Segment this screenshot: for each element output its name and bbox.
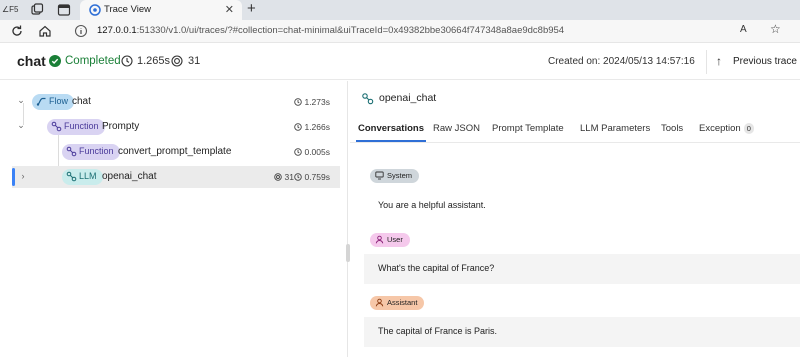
node-duration-value: 1.273s [304, 97, 330, 107]
node-duration: 0.005s [294, 147, 330, 157]
flow-icon [36, 97, 46, 106]
person-icon [375, 235, 384, 244]
trace-view-favicon [89, 4, 101, 16]
url-host: 127.0.0.1 [97, 25, 137, 36]
total-tokens: 31 [188, 55, 201, 67]
role-badge-user: User [370, 233, 410, 247]
token-icon [274, 173, 282, 181]
llm-kind-badge: LLM [62, 169, 103, 185]
function-kind-badge: Function [47, 119, 105, 135]
tree-node-name: openai_chat [102, 171, 157, 182]
message-text: The capital of France is Paris. [378, 326, 498, 336]
node-duration-value: 0.005s [304, 147, 330, 157]
flow-kind-label: Flow [49, 96, 69, 106]
tree-node-name: convert_prompt_template [118, 146, 232, 157]
flow-kind-badge: Flow [32, 94, 75, 110]
chevron-right-icon[interactable]: › [18, 171, 28, 181]
site-info-icon[interactable] [74, 24, 88, 38]
person-icon [375, 298, 384, 307]
check-circle-icon [49, 55, 61, 67]
function-kind-label: Function [79, 146, 114, 156]
role-label: User [387, 235, 403, 244]
workspaces-icon[interactable] [30, 3, 44, 17]
node-duration-value: 1.266s [304, 122, 330, 132]
tab-exception[interactable]: Exception 0 [699, 123, 754, 134]
node-duration: 0.759s [294, 172, 330, 182]
clock-icon [294, 148, 302, 156]
span-detail-panel: openai_chat Conversations Raw JSON Promp… [350, 81, 800, 357]
read-aloud-icon[interactable]: A [740, 24, 747, 35]
trace-header: chat Completed 1.265s 31 Created on: 202… [0, 44, 800, 80]
tab-edge-label[interactable]: ∠F5 [0, 0, 20, 20]
created-timestamp: Created on: 2024/05/13 14:57:16 [548, 56, 695, 67]
total-duration: 1.265s [137, 55, 171, 67]
function-kind-badge: Function [62, 144, 120, 160]
tab-prompt-template[interactable]: Prompt Template [492, 123, 564, 134]
home-icon[interactable] [38, 24, 52, 38]
detail-tabs: Conversations Raw JSON Prompt Template L… [350, 115, 800, 143]
favorite-star-icon[interactable]: ☆ [770, 22, 781, 36]
tree-row-function-convert-prompt-template[interactable]: Function convert_prompt_template 0.005s [12, 141, 340, 163]
arrow-up-icon: ↑ [716, 54, 722, 68]
message-text: You are a helpful assistant. [378, 200, 486, 210]
tree-node-name: chat [72, 96, 91, 107]
monitor-icon [375, 171, 384, 180]
status-badge: Completed [65, 55, 121, 67]
node-duration: 1.273s [294, 97, 330, 107]
node-tokens-value: 31 [284, 172, 294, 182]
token-icon [171, 55, 183, 67]
close-tab-icon[interactable]: ✕ [225, 3, 234, 16]
tree-node-name: Prompty [102, 121, 140, 132]
clock-icon [294, 123, 302, 131]
clock-icon [294, 173, 302, 181]
clock-icon [121, 55, 133, 67]
tab-llm-parameters[interactable]: LLM Parameters [580, 123, 650, 134]
clock-icon [294, 98, 302, 106]
llm-icon [66, 171, 77, 182]
chevron-down-icon[interactable]: ⌄ [16, 120, 26, 131]
active-tab-indicator [356, 140, 426, 142]
refresh-icon[interactable] [10, 24, 24, 38]
exception-count-badge: 0 [743, 123, 754, 134]
node-duration: 1.266s [294, 122, 330, 132]
address-bar: 127.0.0.1:51330/v1.0/ui/traces/?#collect… [0, 20, 800, 43]
span-tree-panel: ⌄ Flow chat 1.273s ⌄ Function Prompty 1.… [0, 81, 348, 357]
node-duration-value: 0.759s [304, 172, 330, 182]
role-label: Assistant [387, 298, 418, 307]
browser-tab-bar: ∠F5 Trace View ✕ + [0, 0, 800, 20]
chevron-down-icon[interactable]: ⌄ [16, 95, 26, 106]
previous-trace-label: Previous trace [733, 56, 797, 67]
url-path: :51330/v1.0/ui/traces/?#collection=chat-… [136, 25, 565, 36]
tree-row-function-prompty[interactable]: ⌄ Function Prompty 1.266s [12, 116, 340, 138]
tab-actions-icon[interactable] [57, 3, 71, 17]
function-icon [51, 121, 62, 132]
tree-row-flow-chat[interactable]: ⌄ Flow chat 1.273s [12, 91, 340, 113]
url-input[interactable]: 127.0.0.1:51330/v1.0/ui/traces/?#collect… [97, 25, 564, 36]
tab-tools[interactable]: Tools [661, 123, 683, 134]
node-tokens: 31 [274, 172, 294, 182]
function-icon [66, 146, 77, 157]
page-title: chat [17, 53, 46, 69]
message-body: The capital of France is Paris. [364, 317, 800, 347]
message-text: What's the capital of France? [378, 263, 495, 273]
tree-row-llm-openai-chat[interactable]: › LLM openai_chat 31 0.759s [12, 166, 340, 188]
new-tab-button[interactable]: + [247, 0, 256, 17]
tab-raw-json[interactable]: Raw JSON [433, 123, 480, 134]
active-tab[interactable]: Trace View ✕ [80, 0, 242, 20]
llm-icon [362, 93, 374, 105]
role-label: System [387, 171, 413, 180]
role-badge-system: System [370, 169, 420, 183]
message-body: What's the capital of France? [364, 254, 800, 284]
function-kind-label: Function [64, 121, 99, 131]
llm-kind-label: LLM [79, 171, 97, 181]
span-title: openai_chat [379, 92, 437, 104]
tab-title: Trace View [104, 4, 151, 15]
role-badge-assistant: Assistant [370, 296, 425, 310]
previous-trace-button[interactable]: ↑ Previous trace [706, 50, 800, 74]
tab-conversations[interactable]: Conversations [358, 123, 424, 134]
tab-exception-label: Exception [699, 123, 741, 134]
message-body: You are a helpful assistant. [364, 191, 800, 221]
